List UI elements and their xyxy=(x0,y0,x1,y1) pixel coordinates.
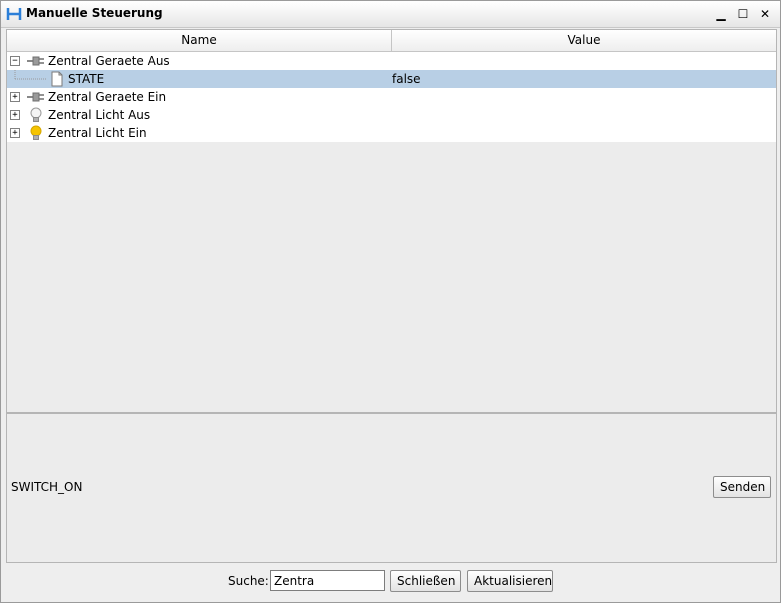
tree-row-zentral-geraete-aus[interactable]: − Zentral Geraete Aus xyxy=(7,52,776,70)
app-logo-icon xyxy=(6,8,22,20)
tree-rows: − Zentral Geraete Aus STATE false + Zent… xyxy=(7,52,776,142)
table-header: Name Value xyxy=(7,30,776,52)
expand-toggle-icon[interactable]: + xyxy=(10,110,20,120)
tree-item-label: Zentral Geraete Aus xyxy=(48,54,170,68)
tree-item-label: Zentral Licht Ein xyxy=(48,126,147,140)
bulb-on-icon xyxy=(30,125,42,140)
tree-item-label: Zentral Licht Aus xyxy=(48,108,151,122)
close-window-button[interactable]: ✕ xyxy=(756,6,774,22)
search-input[interactable] xyxy=(270,570,385,591)
collapse-toggle-icon[interactable]: − xyxy=(10,56,20,66)
expand-toggle-icon[interactable]: + xyxy=(10,128,20,138)
tree-connector-line xyxy=(14,70,46,80)
tree-row-state[interactable]: STATE false xyxy=(7,70,776,88)
bulb-off-icon xyxy=(30,107,42,122)
refresh-button[interactable]: Aktualisieren xyxy=(467,570,553,592)
plug-icon xyxy=(27,92,44,102)
command-label: SWITCH_ON xyxy=(11,480,83,494)
column-header-value[interactable]: Value xyxy=(392,30,776,51)
tree-item-label: Zentral Geraete Ein xyxy=(48,90,167,104)
maximize-button[interactable]: ☐ xyxy=(734,6,752,22)
window-title: Manuelle Steuerung xyxy=(26,6,163,20)
manual-control-window: Manuelle Steuerung ▁ ☐ ✕ Name Value − Ze… xyxy=(0,0,781,603)
document-icon xyxy=(51,71,63,87)
minimize-button[interactable]: ▁ xyxy=(712,6,730,22)
title-bar[interactable]: Manuelle Steuerung ▁ ☐ ✕ xyxy=(1,1,780,28)
tree-row-zentral-licht-aus[interactable]: + Zentral Licht Aus xyxy=(7,106,776,124)
tree-row-zentral-licht-ein[interactable]: + Zentral Licht Ein xyxy=(7,124,776,142)
send-button[interactable]: Senden xyxy=(713,476,771,498)
plug-icon xyxy=(27,56,44,66)
tree-row-zentral-geraete-ein[interactable]: + Zentral Geraete Ein xyxy=(7,88,776,106)
bottom-bar: Suche: Schließen Aktualisieren xyxy=(1,563,780,602)
expand-toggle-icon[interactable]: + xyxy=(10,92,20,102)
tree-item-label: STATE xyxy=(68,72,105,86)
detail-panel: SWITCH_ON Senden xyxy=(6,413,777,563)
tree-item-value: false xyxy=(392,72,421,86)
column-header-name[interactable]: Name xyxy=(7,30,391,51)
search-label: Suche: xyxy=(228,574,269,588)
tree-table[interactable]: Name Value − Zentral Geraete Aus STATE f… xyxy=(6,29,777,413)
close-button[interactable]: Schließen xyxy=(390,570,461,592)
